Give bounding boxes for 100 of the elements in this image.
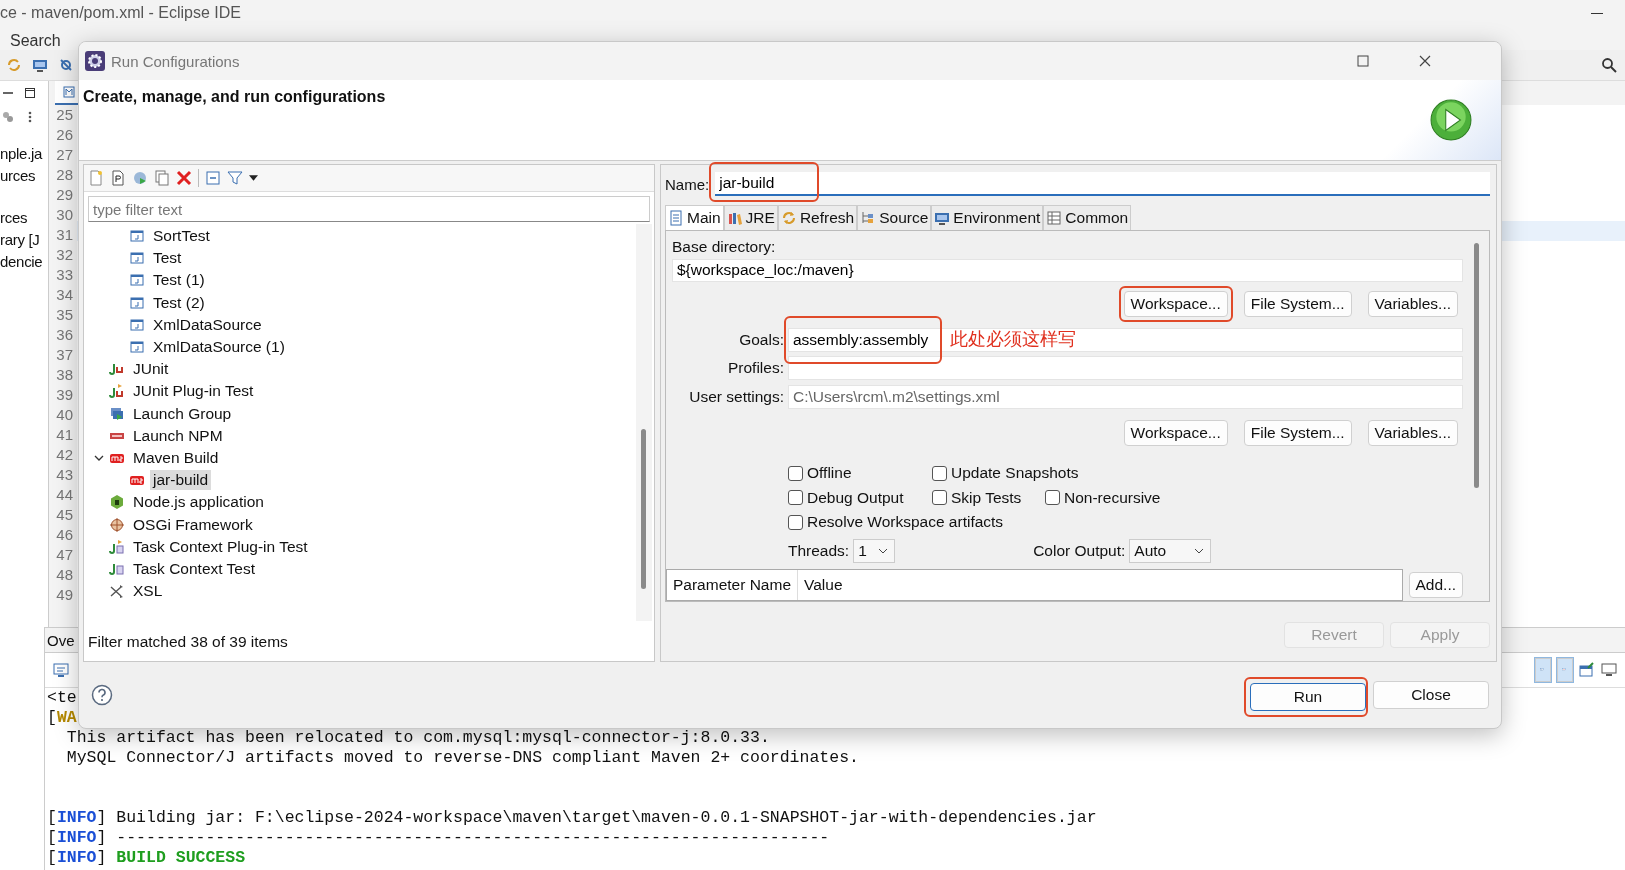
user-settings-field[interactable]: C:\Users\rcm\.m2\settings.xml xyxy=(788,384,1463,409)
line-number: 43 xyxy=(55,465,74,485)
export-icon[interactable] xyxy=(132,170,148,186)
browse-button[interactable]: File System... xyxy=(1243,419,1352,446)
tree-item[interactable]: Test (1) xyxy=(150,270,208,291)
tree-item[interactable]: Task Context Plug-in Test xyxy=(130,536,311,557)
column-header[interactable]: Value xyxy=(798,570,849,600)
add-button[interactable]: Add... xyxy=(1408,572,1463,598)
dialog-title: Run Configurations xyxy=(111,52,240,70)
window-icon xyxy=(129,272,145,289)
checkbox-label: Debug Output xyxy=(807,488,904,507)
checkbox[interactable] xyxy=(1045,490,1060,506)
browse-button[interactable]: File System... xyxy=(1243,290,1352,317)
crosshair-icon xyxy=(109,516,125,533)
browse-button[interactable]: Workspace... xyxy=(1123,290,1228,317)
line-number: 44 xyxy=(55,485,74,505)
delete-icon[interactable] xyxy=(176,170,192,186)
console-icon[interactable] xyxy=(53,662,69,678)
line-number: 30 xyxy=(55,205,74,225)
checkbox[interactable] xyxy=(788,465,803,481)
console-line: [INFO] Building jar: F:\eclipse-2024-workspace\maven\target\maven-0.0.1-SNAPSHOT-jar-with-dependencies.jar xyxy=(47,808,1097,828)
explorer-item[interactable]: rces xyxy=(0,207,48,229)
browse-button[interactable]: Workspace... xyxy=(1123,419,1228,446)
new-window-icon[interactable] xyxy=(1579,662,1595,678)
tab[interactable]: Environment xyxy=(931,205,1044,230)
books-icon xyxy=(726,210,743,226)
explorer-item[interactable]: nple.ja xyxy=(0,143,48,165)
menu-item[interactable]: Search xyxy=(10,32,61,50)
checkbox-label: Offline xyxy=(807,464,852,483)
tree-item[interactable]: jar-build xyxy=(150,470,212,491)
color-output-dropdown[interactable]: Auto xyxy=(1129,538,1212,563)
window-icon xyxy=(129,316,145,333)
window-icon xyxy=(129,228,145,245)
tree-item[interactable]: Task Context Test xyxy=(130,558,259,579)
close-button[interactable]: Close xyxy=(1373,681,1489,709)
test-plugin-icon xyxy=(109,538,125,555)
line-number: 48 xyxy=(55,565,74,585)
tab[interactable]: Refresh xyxy=(777,205,858,230)
search-icon[interactable] xyxy=(1601,57,1617,73)
tree-item[interactable]: XmlDataSource (1) xyxy=(150,337,288,358)
minimize-icon[interactable] xyxy=(1591,12,1603,14)
view-tab[interactable]: Ove xyxy=(47,631,75,649)
filter-icon[interactable] xyxy=(227,170,243,186)
close-icon[interactable] xyxy=(1419,55,1431,67)
line-number: 26 xyxy=(55,125,74,145)
base-directory-field[interactable]: ${workspace_loc:/maven} xyxy=(672,259,1463,282)
duplicate-icon[interactable] xyxy=(154,170,170,186)
nodes-icon[interactable] xyxy=(2,111,14,123)
tab[interactable]: Main xyxy=(665,205,724,230)
tree-item[interactable]: OSGi Framework xyxy=(130,514,256,535)
display-icon[interactable] xyxy=(1601,662,1617,678)
explorer-item[interactable]: rary [J xyxy=(0,229,48,251)
tree-item[interactable]: Launch NPM xyxy=(130,425,226,446)
dropdown-caret-icon[interactable] xyxy=(249,175,258,181)
tree-item[interactable]: Test xyxy=(150,248,185,269)
line-number: 28 xyxy=(55,165,74,185)
explorer-item[interactable]: dencie xyxy=(0,251,48,273)
line-number: 35 xyxy=(55,305,74,325)
checkbox-label: Skip Tests xyxy=(951,488,1022,507)
chevron-down-icon xyxy=(1194,547,1205,554)
tree-item[interactable]: JUnit xyxy=(130,359,172,380)
checkbox[interactable] xyxy=(788,514,803,530)
filter-field[interactable]: type filter text xyxy=(88,196,650,222)
tree-item[interactable]: Node.js application xyxy=(130,492,267,513)
checkbox[interactable] xyxy=(932,465,947,481)
line-number: 36 xyxy=(55,325,74,345)
explorer-item[interactable]: urces xyxy=(0,165,48,187)
help-icon[interactable] xyxy=(91,684,113,706)
tab[interactable]: Common xyxy=(1043,205,1132,230)
scrollbar[interactable] xyxy=(636,224,652,621)
console-line: [INFO] BUILD SUCCESS xyxy=(47,848,246,868)
line-number: 42 xyxy=(55,445,74,465)
tree-item[interactable]: XmlDataSource xyxy=(150,314,265,335)
tree-item[interactable]: Test (2) xyxy=(150,292,208,313)
tab[interactable]: JRE xyxy=(723,205,778,230)
profiles-field[interactable] xyxy=(788,356,1463,381)
tree-item[interactable]: JUnit Plug-in Test xyxy=(130,381,257,402)
collapse-icon[interactable] xyxy=(205,170,221,186)
maximize-icon[interactable] xyxy=(24,87,36,99)
browse-button[interactable]: Variables... xyxy=(1367,419,1458,446)
line-number: 39 xyxy=(55,385,74,405)
line-number: 38 xyxy=(55,365,74,385)
tree-item[interactable]: XSL xyxy=(130,581,166,602)
tree-item[interactable]: Launch Group xyxy=(130,403,235,424)
monitor-icon[interactable] xyxy=(32,57,48,73)
column-header[interactable]: Parameter Name xyxy=(667,570,798,600)
run-button[interactable]: Run xyxy=(1250,683,1366,711)
browse-button[interactable]: Variables... xyxy=(1367,290,1458,317)
name-field[interactable]: jar-build xyxy=(715,172,1490,196)
play-icon xyxy=(1430,99,1472,141)
tree-item[interactable]: Maven Build xyxy=(130,447,222,468)
new-prototype-icon[interactable] xyxy=(110,170,126,186)
link-icon[interactable] xyxy=(58,57,74,73)
threads-dropdown[interactable]: 1 xyxy=(853,538,896,563)
field-label: Threads: xyxy=(788,541,850,560)
checkbox[interactable] xyxy=(932,490,947,506)
tab[interactable]: Source xyxy=(857,205,932,230)
checkbox[interactable] xyxy=(788,490,803,506)
tree-item[interactable]: SortTest xyxy=(150,226,213,247)
field-label: Color Output: xyxy=(1033,541,1126,560)
